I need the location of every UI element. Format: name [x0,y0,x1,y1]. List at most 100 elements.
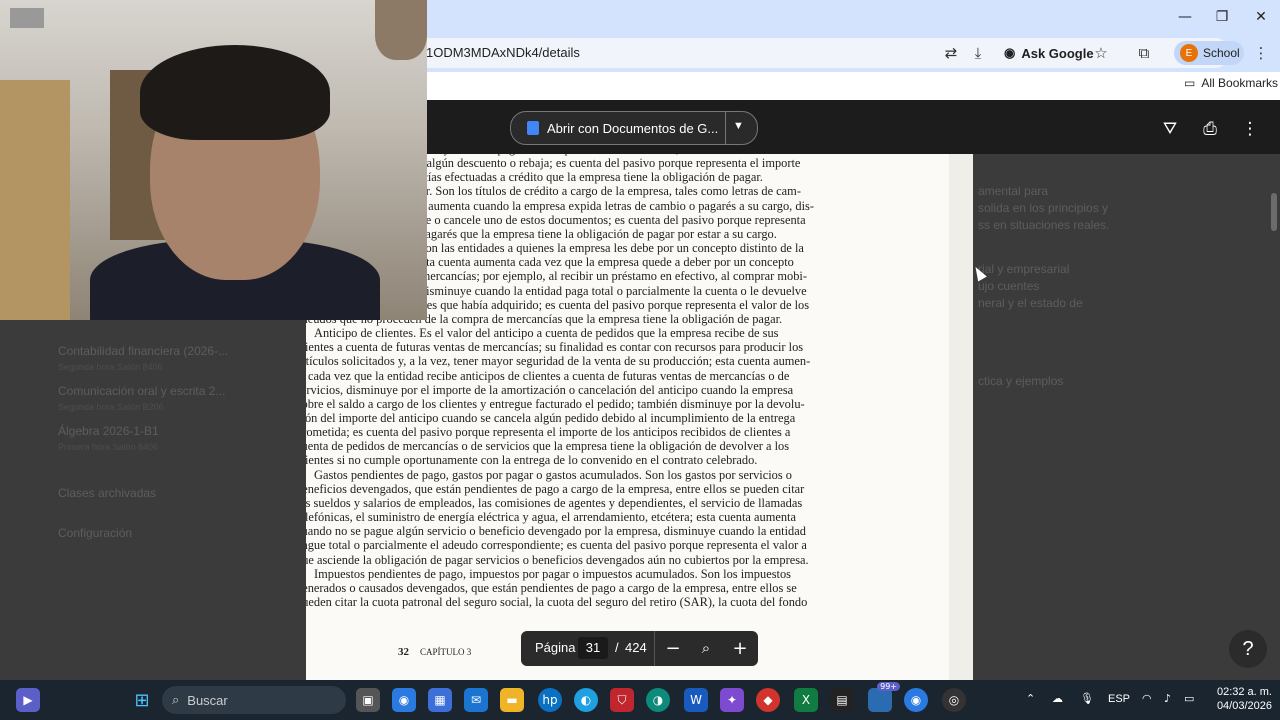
notification-badge: 99+ [877,682,900,691]
bg-snippet: solida en los principios y [978,201,1109,215]
pdf-app-icon[interactable]: ◆ [756,688,780,712]
task-view-icon[interactable]: ▣ [356,688,380,712]
translate-icon[interactable]: ⇄ [942,44,960,62]
edge-icon[interactable]: ◑ [646,688,670,712]
minimize-icon[interactable]: — [1166,0,1204,34]
page-number-input[interactable]: 31 [578,637,608,659]
pdf-line: los sueldos y salarios de empleados, las… [306,495,803,510]
mcafee-icon[interactable]: ⛉ [610,688,634,712]
start-icon[interactable]: ⊞ [130,688,154,712]
add-to-drive-icon[interactable]: ⛛ [1159,118,1181,140]
excel-icon[interactable]: X [794,688,818,712]
copilot-icon[interactable]: ✦ [720,688,744,712]
avatar: E [1180,44,1198,62]
profile-name: School [1203,46,1240,60]
pdf-footer: 32 CAPÍTULO 3 [398,646,471,658]
file-explorer-icon[interactable]: ▬ [500,688,524,712]
word-icon[interactable]: W [684,688,708,712]
pdf-line: beneficios devengados, que están pendien… [306,481,805,496]
battery-icon[interactable]: ▭ [1184,692,1194,705]
pdf-line: ta cada vez que la entidad recibe antici… [306,368,790,383]
ask-google-button[interactable]: ◉ Ask Google [996,41,1102,65]
app-icon[interactable]: ▤ [830,688,854,712]
person-hair [140,45,330,140]
class-item-1-sub: Segunda hora Salón 8406 [58,362,163,372]
divider [654,631,655,666]
bg-snippet: ujo cuentes [978,279,1040,293]
wall-vent [10,8,44,28]
pdf-line: clientes si no cumple oportunamente con … [306,453,758,468]
clock[interactable]: 02:32 a. m. 04/03/2026 [1210,685,1272,713]
edge-beta-icon[interactable]: ◐ [574,688,598,712]
settings-item: Configuración [58,526,133,540]
teams-icon[interactable]: 99+ [868,682,900,712]
pdf-line: 32Anticipo de clientes. Es el valor del … [314,326,779,341]
time: 02:32 a. m. [1216,686,1272,698]
widgets-icon[interactable]: ▶ [16,688,40,712]
zoom-in-icon[interactable]: + [728,636,752,660]
open-with-docs-button[interactable]: Abrir con Documentos de G... ▼ [510,111,758,145]
wifi-icon[interactable]: ◠ [1142,692,1152,705]
extensions-icon[interactable]: ⧉ [1135,44,1153,62]
google-docs-icon [527,121,539,135]
class-item-1: Contabilidad financiera (2026-... [58,344,229,358]
pdf-line: cuenta de pedidos de mercancías o de ser… [306,439,790,454]
all-bookmarks-label: All Bookmarks [1201,76,1279,90]
hp-icon[interactable]: hp [538,688,562,712]
print-icon[interactable]: ⎙ [1199,118,1221,140]
bookmark-star-icon[interactable]: ☆ [1092,44,1110,62]
zoom-icon[interactable]: ⌕ [694,636,718,660]
chevron-up-icon[interactable]: ⌃ [1026,692,1035,705]
microphone-icon[interactable]: 🎙 [1080,692,1094,705]
install-icon[interactable]: ⤓ [969,44,987,62]
pdf-page-edge [949,154,973,680]
class-item-2: Comunicación oral y escrita 2... [58,384,226,398]
page-navigation: Página 31 / 424 − ⌕ + [521,631,758,666]
date: 04/03/2026 [1216,700,1272,712]
volume-icon[interactable]: ♪ [1164,692,1171,705]
lamp [375,0,427,60]
restore-icon[interactable]: ❐ [1203,0,1241,34]
profile-button[interactable]: E School [1174,41,1244,65]
chrome-app-icon[interactable]: ◉ [392,688,416,712]
pdf-page-number: 32 [398,646,409,658]
all-bookmarks-button[interactable]: ▭ All Bookmarks [1184,76,1278,90]
more-options-icon[interactable]: ⋮ [1239,118,1261,140]
scrollbar[interactable] [1271,193,1277,231]
obs-icon[interactable]: ◎ [942,688,966,712]
onedrive-icon[interactable]: ☁ [1052,692,1063,705]
browser-menu-icon[interactable]: ⋮ [1252,44,1270,62]
bg-snippet: ctica y ejemplos [978,374,1064,388]
outlook-icon[interactable]: ✉ [464,688,488,712]
pdf-chapter: CAPÍTULO 3 [420,647,472,657]
pdf-line: 34Impuestos pendientes de pago, impuesto… [314,566,791,581]
pdf-line: pueden citar la cuota patronal del segur… [306,595,808,609]
class-item-3: Álgebra 2026-1-B1 [58,424,159,438]
pdf-line: generados o causados devengados, que est… [306,580,797,595]
help-icon[interactable]: ? [1229,630,1267,668]
pdf-line: artículos solicitados y, a la vez, tener… [306,354,811,369]
page-label: Página [535,640,576,655]
close-icon[interactable]: ✕ [1242,0,1280,34]
bg-snippet: amental para [978,184,1049,198]
pdf-line: clientes a cuenta de futuras ventas de m… [306,340,804,355]
folder-icon: ▭ [1184,76,1196,90]
webcam-overlay [0,0,427,320]
taskbar-search[interactable]: ⌕ Buscar [162,686,346,714]
language-indicator[interactable]: ESP [1108,693,1130,705]
store-icon[interactable]: ▦ [428,688,452,712]
page-separator: / [615,640,619,655]
door [0,80,70,320]
pdf-line: ción del importe del anticipo cuando se … [306,410,796,425]
lens-icon: ◉ [1004,45,1016,60]
zoom-out-icon[interactable]: − [661,636,685,660]
chrome-active-icon[interactable]: ◉ [904,688,928,712]
archived-classes: Clases archivadas [58,486,157,500]
bg-snippet: ss en situaciones reales. [978,218,1110,232]
pdf-line: prometida; es cuenta del pasivo porque r… [306,425,791,440]
divider [725,112,726,144]
open-with-label: Abrir con Documentos de G... [547,120,719,136]
chevron-down-icon[interactable]: ▼ [733,120,744,132]
class-item-3-sub: Primera hora Salón 8406 [58,442,159,452]
url-text[interactable]: 1ODM3MDAxNDk4/details [426,45,580,60]
